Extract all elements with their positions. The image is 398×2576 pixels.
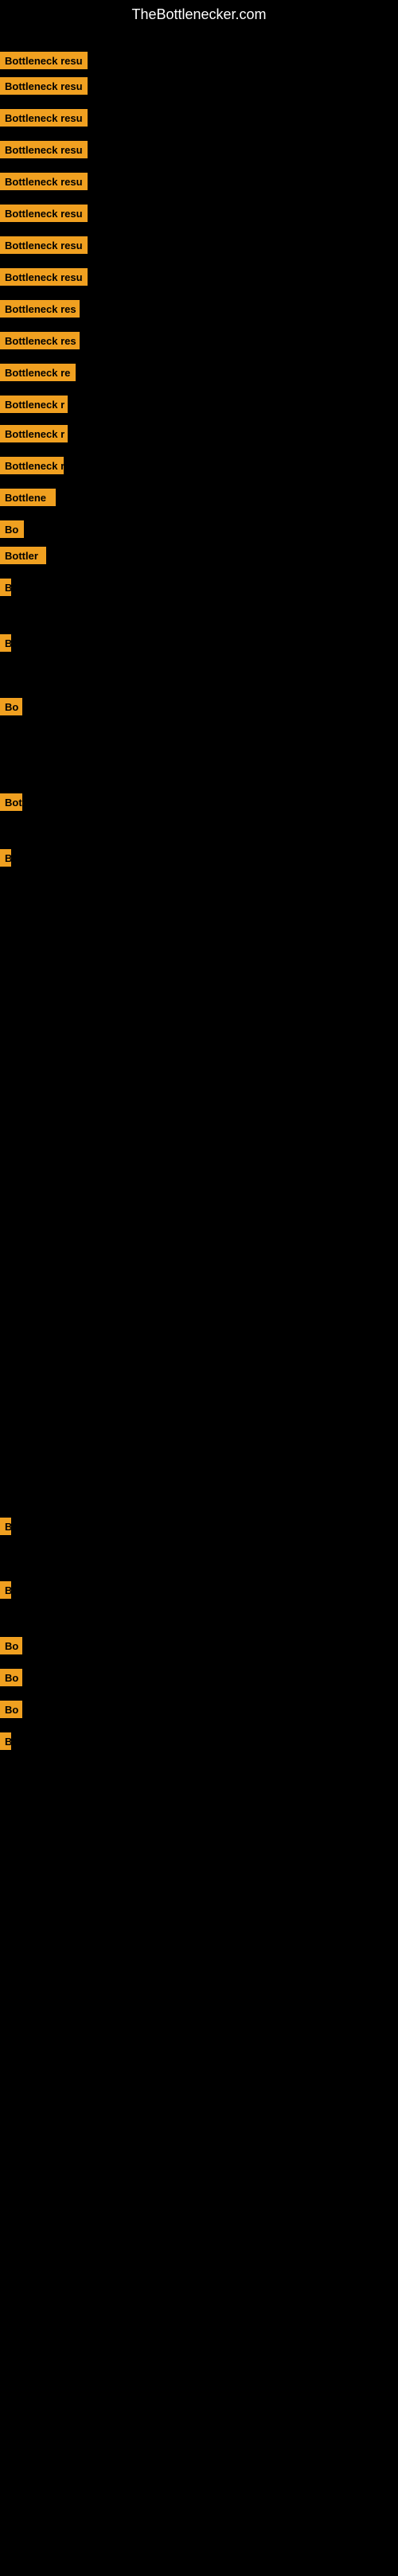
bottleneck-result-item[interactable]: Bottleneck resu: [0, 109, 88, 127]
site-title: TheBottlenecker.com: [0, 0, 398, 29]
bottleneck-result-item[interactable]: Bottleneck resu: [0, 52, 88, 69]
bottleneck-result-item[interactable]: Bottleneck resu: [0, 77, 88, 95]
bottleneck-result-item[interactable]: Bottleneck resu: [0, 205, 88, 222]
bottleneck-result-item[interactable]: Bottleneck res: [0, 300, 80, 318]
bottleneck-result-item[interactable]: Bot: [0, 793, 22, 811]
bottleneck-result-item[interactable]: Bo: [0, 520, 24, 538]
bottleneck-result-item[interactable]: B: [0, 634, 11, 652]
bottleneck-result-item[interactable]: Bo: [0, 698, 22, 715]
bottleneck-result-item[interactable]: B: [0, 579, 11, 596]
bottleneck-result-item[interactable]: Bottleneck r: [0, 425, 68, 442]
bottleneck-result-item[interactable]: B: [0, 849, 11, 867]
bottleneck-result-item[interactable]: Bottleneck re: [0, 364, 76, 381]
bottleneck-result-item[interactable]: B: [0, 1581, 11, 1599]
bottleneck-result-item[interactable]: B: [0, 1732, 11, 1750]
bottleneck-result-item[interactable]: Bottleneck resu: [0, 173, 88, 190]
bottleneck-result-item[interactable]: Bottleneck r: [0, 457, 64, 474]
bottleneck-result-item[interactable]: Bottleneck resu: [0, 268, 88, 286]
bottleneck-result-item[interactable]: Bottleneck resu: [0, 236, 88, 254]
bottleneck-result-item[interactable]: Bottlene: [0, 489, 56, 506]
bottleneck-result-item[interactable]: B: [0, 1518, 11, 1535]
bottleneck-result-item[interactable]: Bottleneck resu: [0, 141, 88, 158]
bottleneck-result-item[interactable]: Bo: [0, 1669, 22, 1686]
bottleneck-result-item[interactable]: Bo: [0, 1701, 22, 1718]
bottleneck-result-item[interactable]: Bo: [0, 1637, 22, 1654]
bottleneck-result-item[interactable]: Bottler: [0, 547, 46, 564]
bottleneck-result-item[interactable]: Bottleneck r: [0, 396, 68, 413]
bottleneck-result-item[interactable]: Bottleneck res: [0, 332, 80, 349]
